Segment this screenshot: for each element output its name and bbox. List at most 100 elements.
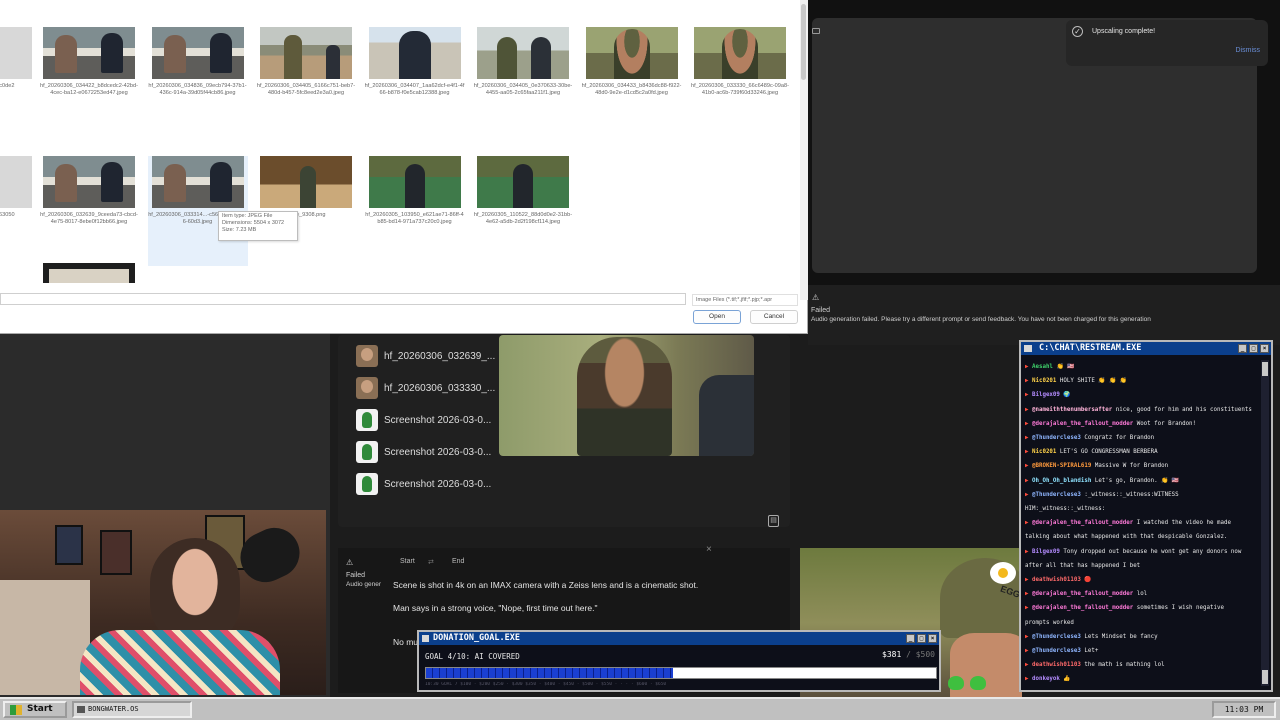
failed-message: Audio generation failed. Please try a di…: [811, 316, 1151, 323]
chat-username[interactable]: deathwish01103: [1032, 662, 1081, 668]
platform-icon: ▶: [1025, 548, 1032, 555]
file-tile[interactable]: hf_20260306_033330_66c6489c-09a8-41b0-ac…: [690, 27, 790, 137]
asset-item[interactable]: hf_20260306_033330_...: [356, 377, 495, 399]
chat-username[interactable]: @derajalen_the_fallout_modder: [1032, 520, 1133, 526]
chat-text: 🔴: [1084, 577, 1092, 584]
chat-username[interactable]: @Thunderclese3: [1032, 492, 1081, 498]
asset-item[interactable]: Screenshot 2026-03-0...: [356, 441, 491, 463]
app-icon: [1024, 345, 1032, 352]
asset-item[interactable]: Screenshot 2026-03-0...: [356, 473, 491, 495]
file-type-select[interactable]: Image Files (*.tif;*.jfif;*.pjp;*.apr: [692, 294, 798, 306]
minimize-icon[interactable]: _: [906, 634, 915, 643]
start-frame-button[interactable]: Start: [400, 558, 415, 565]
chat-username[interactable]: @BROKEN-SPIRAL619: [1032, 463, 1091, 469]
chat-titlebar[interactable]: C:\CHAT\RESTREAM.EXE _ □ ×: [1021, 342, 1271, 355]
minimize-icon[interactable]: _: [1238, 344, 1247, 353]
asset-item[interactable]: Screenshot 2026-03-0...: [356, 409, 491, 431]
chat-username[interactable]: Bilgex09: [1032, 392, 1060, 398]
maximize-icon[interactable]: □: [917, 634, 926, 643]
progress-ticks: 10:30 GOAL 7 $100 · $200 $250 · $300 $35…: [425, 682, 667, 687]
chat-username[interactable]: @derajalen_the_fallout_modder: [1032, 591, 1133, 597]
maximize-icon[interactable]: □: [1249, 344, 1258, 353]
taskbar-item[interactable]: BONGWATER.OS: [72, 701, 192, 718]
chat-message: ▶ @BROKEN-SPIRAL619 Massive W for Brando…: [1025, 459, 1263, 473]
start-button[interactable]: Start: [3, 701, 67, 718]
chat-username[interactable]: @derajalen_the_fallout_modder: [1032, 421, 1133, 427]
chat-text: talking about what happened with that de…: [1025, 534, 1228, 541]
platform-icon: ▶: [1025, 491, 1032, 498]
file-thumbnail: [477, 27, 569, 79]
chat-message: ▶ @derajalen_the_fallout_modder I watche…: [1025, 516, 1263, 530]
chat-username[interactable]: @derajalen_the_fallout_modder: [1032, 605, 1133, 611]
file-tile[interactable]: hf_20260306_034405_0e370633-30be-4455-aa…: [473, 27, 573, 137]
wall-poster: [100, 530, 132, 575]
end-frame-button[interactable]: End: [452, 558, 464, 565]
scroll-thumb[interactable]: [801, 4, 806, 80]
chat-username[interactable]: Bilgex09: [1032, 549, 1060, 555]
chat-username[interactable]: @Thunderclese3: [1032, 435, 1081, 441]
asset-thumbnail: [356, 441, 378, 463]
file-tile[interactable]: hf_20260306_034433_b8436dc88-f922-48d0-9…: [582, 27, 682, 137]
file-name-input[interactable]: [0, 293, 686, 305]
platform-icon: ▶: [1025, 676, 1032, 683]
file-tile[interactable]: ...ac597910 ...82c0de2: [0, 27, 36, 137]
chat-scrollbar[interactable]: [1261, 360, 1269, 686]
file-tile[interactable]: ...64992d6 ...1c763050: [0, 156, 36, 266]
file-tile[interactable]: hf_20260306_034405_6166c751-beb7-480d-b4…: [256, 27, 356, 137]
platform-icon: ▶: [1025, 605, 1032, 612]
open-button[interactable]: Open: [693, 310, 741, 324]
file-tile[interactable]: hf_20260306_034407_1aa62dcf-e4f1-4f66-b8…: [365, 27, 465, 137]
video-icon: [812, 28, 820, 34]
close-icon[interactable]: ×: [1260, 344, 1269, 353]
swap-icon[interactable]: ⇄: [428, 558, 434, 566]
chat-text: nice, good for him and his constituents: [1115, 406, 1252, 413]
chat-text: prompts worked: [1025, 619, 1074, 626]
dialog-scrollbar[interactable]: [800, 0, 808, 300]
platform-icon: ▶: [1025, 392, 1032, 399]
chat-message: ▶ donkeyok 👍: [1025, 672, 1263, 686]
close-icon[interactable]: ×: [706, 544, 712, 555]
cancel-button[interactable]: Cancel: [750, 310, 798, 324]
chat-text: HIM:_witness::_witness:: [1025, 506, 1106, 513]
file-thumbnail: [694, 27, 786, 79]
platform-icon: ▶: [1025, 449, 1032, 456]
chat-username[interactable]: @Thunderclese3: [1032, 648, 1081, 654]
platform-icon: ▶: [1025, 577, 1032, 584]
file-tile[interactable]: [39, 263, 139, 285]
file-tile[interactable]: hf_20260306_034836_09ecb794-37b1-436c-91…: [148, 27, 248, 137]
file-tile[interactable]: hf_20260305_103950_e621ae71-86ff-4b85-bd…: [365, 156, 465, 266]
image-preview[interactable]: [499, 335, 754, 456]
file-tile[interactable]: hf_20260306_032639_9ceeda73-cbcd-4e75-80…: [39, 156, 139, 266]
file-tile[interactable]: hf_20260305_110522_88d0d0e2-31bb-4e62-a5…: [473, 156, 573, 266]
chat-message: ▶ Bilgex09 Tony dropped out because he w…: [1025, 545, 1263, 559]
failed-label: Failed: [346, 572, 366, 579]
donation-titlebar[interactable]: DONATION_GOAL.EXE _ □ ×: [419, 632, 939, 645]
chat-window: C:\CHAT\RESTREAM.EXE _ □ × ▶ Aesahl 👏 🇺🇸…: [1019, 340, 1273, 692]
chat-username[interactable]: Aesahl: [1032, 364, 1053, 370]
couch: [0, 580, 90, 695]
platform-icon: ▶: [1025, 520, 1032, 527]
file-thumbnail: [0, 156, 32, 208]
trash-icon[interactable]: ▤: [768, 515, 779, 527]
chat-username[interactable]: @nameiththenumbersafter: [1032, 407, 1112, 413]
asset-item[interactable]: hf_20260306_032639_...: [356, 345, 495, 367]
scroll-up-icon[interactable]: [1262, 362, 1268, 376]
chat-text: Massive W for Brandon: [1094, 463, 1169, 470]
upscale-toast: ✓ Upscaling complete! Dismiss: [1066, 20, 1268, 66]
chat-username[interactable]: @Thunderclese3: [1032, 634, 1081, 640]
file-thumbnail: [585, 27, 678, 79]
warning-icon: ⚠: [346, 558, 354, 567]
scroll-down-icon[interactable]: [1262, 670, 1268, 684]
close-icon[interactable]: ×: [928, 634, 937, 643]
chat-username[interactable]: donkeyok: [1032, 676, 1060, 682]
chat-text: 👏 🇺🇸: [1056, 364, 1075, 370]
file-name: ...ac597910 ...82c0de2: [0, 83, 15, 89]
file-tile[interactable]: hf_20260306_034422_b8dcedc2-42bd-4cec-ba…: [39, 27, 139, 137]
platform-icon: ▶: [1025, 364, 1032, 370]
chat-username[interactable]: Oh_Oh_Oh_blandish: [1032, 478, 1091, 484]
chat-username[interactable]: Nic0201: [1032, 378, 1056, 384]
chat-username[interactable]: Nic0201: [1032, 449, 1056, 455]
platform-icon: ▶: [1025, 463, 1032, 470]
dismiss-button[interactable]: Dismiss: [1236, 47, 1261, 54]
chat-username[interactable]: deathwish01103: [1032, 577, 1081, 583]
